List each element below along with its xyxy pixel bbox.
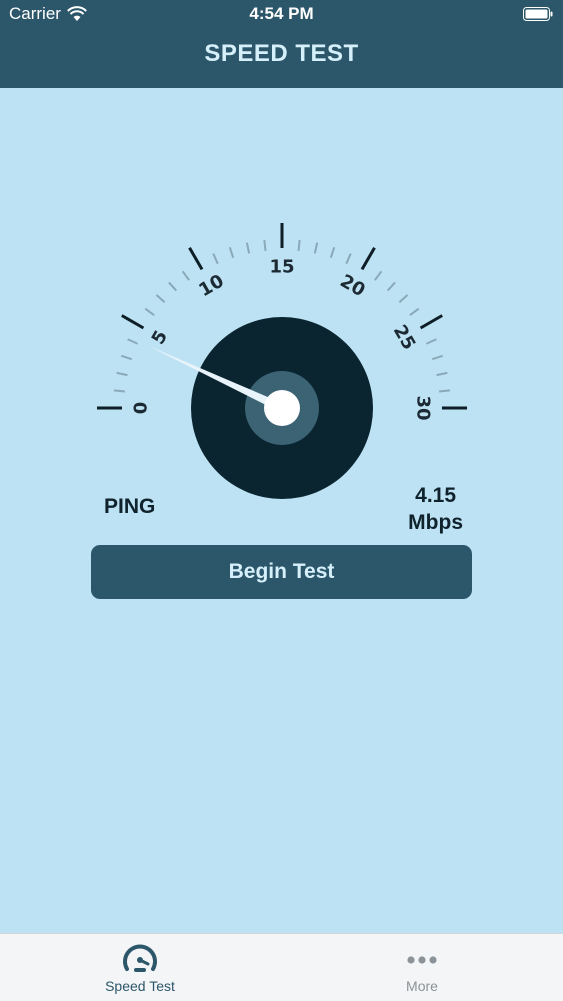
gauge-minor-tick	[297, 239, 301, 251]
gauge-major-tick	[419, 314, 443, 330]
tab-speed-test[interactable]: Speed Test	[70, 942, 210, 994]
gauge-minor-tick	[181, 270, 190, 281]
gauge-minor-tick	[113, 389, 125, 393]
gauge-major-tick	[360, 247, 376, 271]
gauge-tick-label: 0	[131, 402, 152, 415]
gauge-minor-tick	[168, 281, 178, 292]
gauge-minor-tick	[386, 281, 396, 292]
gauge-minor-tick	[127, 338, 139, 345]
gauge-minor-tick	[144, 307, 155, 316]
gauge-minor-tick	[439, 389, 451, 393]
tab-bar: Speed Test More	[0, 933, 563, 1001]
gauge-tick-label: 5	[148, 327, 172, 348]
gauge-minor-tick	[120, 354, 133, 361]
more-dots-icon	[407, 956, 437, 964]
gauge-tick-label: 20	[336, 271, 368, 302]
gauge-hub-center	[264, 390, 300, 426]
begin-test-button[interactable]: Begin Test	[91, 545, 472, 599]
gauge-minor-tick	[436, 371, 448, 377]
gauge-tick-label: 10	[195, 271, 227, 302]
gauge-minor-tick	[345, 253, 352, 265]
gauge-minor-tick	[155, 294, 166, 304]
gauge-minor-tick	[116, 371, 128, 377]
gauge-minor-tick	[398, 294, 409, 304]
speed-readout: 4.15 Mbps	[408, 482, 463, 536]
gauge-minor-tick	[431, 354, 444, 361]
gauge-minor-tick	[245, 242, 251, 254]
gauge-minor-tick	[409, 307, 420, 316]
ping-label: PING	[104, 495, 156, 518]
gauge-minor-tick	[263, 239, 267, 251]
gauge-major-tick	[188, 247, 204, 271]
gauge-minor-tick	[228, 246, 235, 259]
gauge-tick-label: 30	[413, 395, 434, 420]
gauge-major-tick	[121, 314, 145, 330]
gauge-minor-tick	[329, 246, 336, 259]
speed-unit: Mbps	[408, 511, 463, 534]
gauge-minor-tick	[374, 270, 383, 281]
gauge-tick-label: 15	[269, 257, 294, 278]
speed-value: 4.15	[415, 484, 457, 507]
tab-speed-test-label: Speed Test	[105, 978, 175, 994]
tab-more-label: More	[406, 978, 438, 994]
gauge-minor-tick	[425, 338, 437, 345]
gauge-minor-tick	[212, 253, 219, 265]
gauge-minor-tick	[313, 242, 319, 254]
speed-gauge: 0 5 10 15 20 25 30	[97, 223, 467, 499]
tab-more[interactable]: More	[352, 942, 492, 994]
gauge-tick-label: 25	[389, 321, 420, 353]
speedometer-icon	[123, 944, 157, 972]
